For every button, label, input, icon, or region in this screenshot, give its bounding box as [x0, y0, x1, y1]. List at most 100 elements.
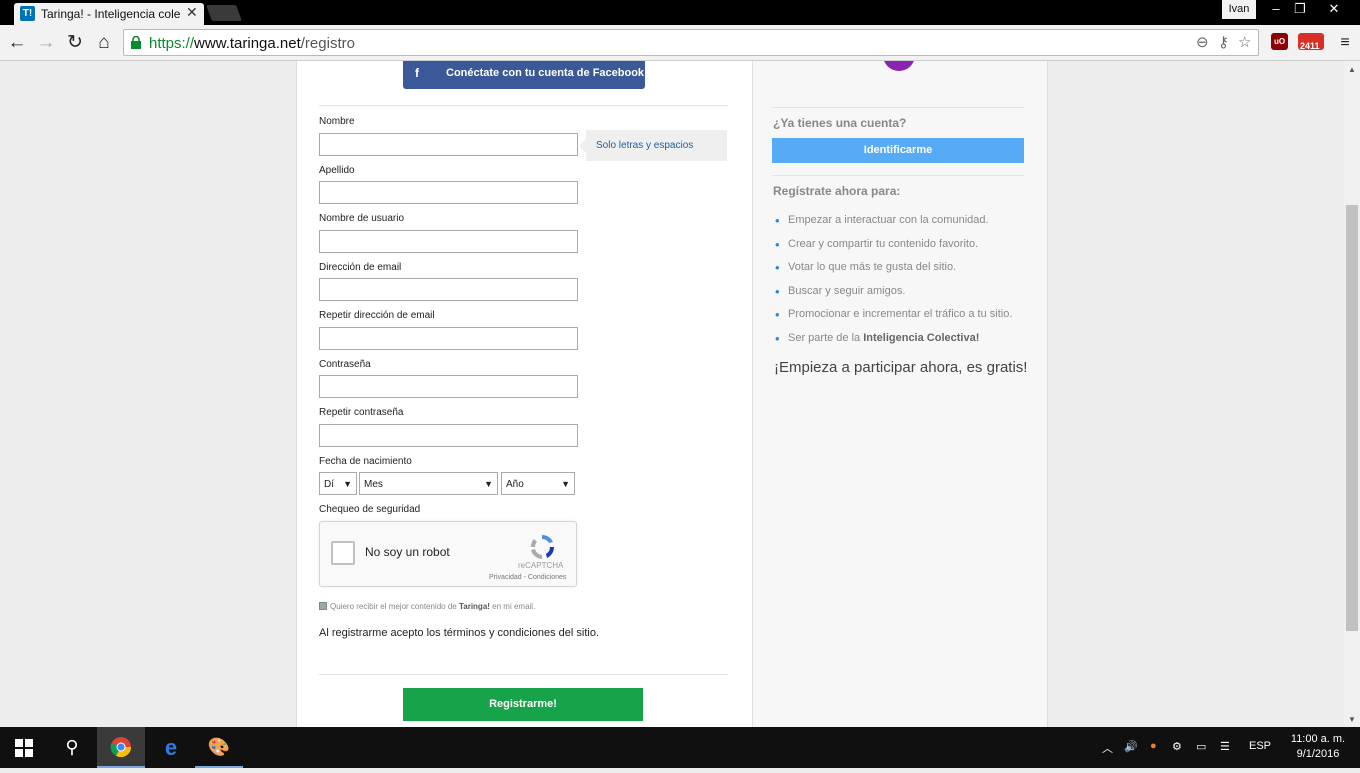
login-button[interactable]: Identificarme [772, 138, 1024, 163]
facebook-button-label: Conéctate con tu cuenta de Facebook [446, 67, 645, 79]
new-tab-button[interactable] [206, 5, 242, 21]
password-label: Contraseña [319, 359, 371, 370]
reload-icon[interactable]: ↻ [63, 31, 87, 55]
origin-tray-icon[interactable]: ● [1150, 740, 1157, 752]
profile-button[interactable]: Ivan [1222, 0, 1256, 19]
first-name-input[interactable] [319, 133, 578, 156]
divider [319, 674, 728, 675]
close-window-icon[interactable]: ✕ [1322, 0, 1346, 19]
restore-icon[interactable]: ❐ [1288, 0, 1312, 19]
name-hint-tooltip: Solo letras y espacios [579, 130, 727, 161]
chevron-down-icon: ▼ [343, 479, 352, 489]
newsletter-brand: Taringa! [458, 602, 490, 611]
recaptcha-privacy-terms-links[interactable]: Privacidad - Condiciones [489, 574, 566, 581]
repeat-password-label: Repetir contraseña [319, 407, 404, 418]
notifications-icon[interactable]: ☰ [1220, 740, 1230, 753]
back-icon[interactable]: ← [5, 31, 29, 55]
address-bar[interactable]: https://www.taringa.net/registro ⊖ ⚷ ☆ [123, 29, 1259, 56]
clock[interactable]: 11:00 a. m. 9/1/2016 [1288, 732, 1348, 762]
paint-taskbar-icon[interactable]: 🎨 [195, 727, 243, 768]
tab-title: Taringa! - Inteligencia cole [41, 7, 181, 21]
benefits-list: Empezar a interactuar con la comunidad. … [773, 213, 1012, 356]
facebook-icon: f [415, 66, 419, 80]
browser-toolbar: ← → ↻ ⌂ https://www.taringa.net/registro… [0, 25, 1360, 61]
browser-tab[interactable]: T! Taringa! - Inteligencia cole ✕ [14, 3, 204, 25]
email-label: Dirección de email [319, 262, 402, 273]
tab-close-icon[interactable]: ✕ [186, 4, 198, 21]
recaptcha-logo-icon [530, 534, 555, 559]
steam-tray-icon[interactable]: ⚙ [1172, 740, 1182, 753]
password-input[interactable] [319, 375, 578, 398]
benefit-item: Empezar a interactuar con la comunidad. [773, 213, 1012, 238]
newsletter-checkbox[interactable] [319, 602, 327, 610]
clock-date: 9/1/2016 [1296, 748, 1340, 760]
edge-taskbar-icon[interactable]: e [147, 727, 195, 768]
recaptcha-widget: No soy un robot reCAPTCHA Privacidad - C… [319, 521, 577, 587]
benefit-bold-text: Inteligencia Colectiva! [863, 331, 980, 344]
benefit-item: Ser parte de la Inteligencia Colectiva! [773, 331, 1012, 356]
registration-panel: f Conéctate con tu cuenta de Facebook No… [296, 61, 752, 727]
home-icon[interactable]: ⌂ [92, 31, 116, 55]
minimize-icon[interactable]: – [1264, 0, 1288, 19]
scroll-up-icon[interactable]: ▲ [1348, 65, 1356, 74]
lock-icon [131, 36, 141, 49]
day-select-value: Dí [324, 479, 334, 490]
recaptcha-label: No soy un robot [365, 545, 450, 559]
key-icon[interactable]: ⚷ [1218, 33, 1229, 51]
register-button[interactable]: Registrarme! [403, 688, 643, 721]
gmail-badge: 2411 [1300, 41, 1320, 51]
email-input[interactable] [319, 278, 578, 301]
month-select-value: Mes [364, 479, 383, 490]
sidebar: ¿Ya tienes una cuenta? Identificarme Reg… [752, 61, 1048, 727]
divider [772, 107, 1024, 108]
security-check-label: Chequeo de seguridad [319, 504, 421, 515]
menu-icon[interactable]: ≡ [1333, 31, 1357, 55]
newsletter-text-post: en mi email. [492, 602, 536, 611]
first-name-label: Nombre [319, 116, 355, 127]
community-illustration-icon [884, 61, 914, 71]
repeat-email-label: Repetir dirección de email [319, 310, 435, 321]
benefit-item: Crear y compartir tu contenido favorito. [773, 237, 1012, 262]
ublock-origin-icon[interactable]: uO [1271, 33, 1288, 50]
bookmark-star-icon[interactable]: ☆ [1238, 33, 1251, 51]
browser-titlebar: T! Taringa! - Inteligencia cole ✕ Ivan –… [0, 0, 1360, 25]
username-input[interactable] [319, 230, 578, 253]
language-indicator[interactable]: ESP [1249, 740, 1271, 752]
terms-text: Al registrarme acepto los términos y con… [319, 627, 600, 639]
last-name-input[interactable] [319, 181, 578, 204]
call-to-action: ¡Empieza a participar ahora, es gratis! [774, 359, 1028, 376]
network-icon[interactable]: ▭ [1196, 740, 1206, 753]
recaptcha-checkbox[interactable] [331, 541, 355, 565]
month-select[interactable]: Mes ▼ [359, 472, 498, 495]
windows-taskbar: ⚲ e 🎨 ︿ 🔊 ● ⚙ ▭ ☰ ESP 11:00 a. m. 9/1/20… [0, 727, 1360, 768]
benefit-text: Ser parte de la [788, 331, 861, 344]
year-select[interactable]: Año ▼ [501, 472, 575, 495]
scrollbar-thumb[interactable] [1346, 205, 1358, 631]
benefit-item: Promocionar e incrementar el tráfico a t… [773, 307, 1012, 332]
page-scrollbar[interactable]: ▲ ▼ [1344, 61, 1360, 727]
chrome-taskbar-icon[interactable] [97, 727, 145, 768]
last-name-label: Apellido [319, 165, 355, 176]
forward-icon[interactable]: → [34, 31, 58, 55]
facebook-connect-button[interactable]: f Conéctate con tu cuenta de Facebook [403, 61, 645, 89]
year-select-value: Año [506, 479, 524, 490]
birthdate-label: Fecha de nacimiento [319, 456, 412, 467]
search-icon[interactable]: ⚲ [48, 727, 96, 768]
register-now-heading: Regístrate ahora para: [773, 184, 901, 198]
newsletter-option[interactable]: Quiero recibir el mejor contenido de Tar… [319, 602, 535, 611]
zoom-icon[interactable]: ⊖ [1196, 33, 1209, 51]
divider [772, 175, 1024, 176]
gmail-extension-icon[interactable]: 2411 [1298, 33, 1324, 51]
newsletter-text-pre: Quiero recibir el mejor contenido de [330, 602, 457, 611]
url-text: https://www.taringa.net/registro [149, 35, 355, 52]
benefit-item: Buscar y seguir amigos. [773, 284, 1012, 309]
volume-icon[interactable]: 🔊 [1124, 740, 1138, 753]
scroll-down-icon[interactable]: ▼ [1348, 715, 1356, 724]
day-select[interactable]: Dí ▼ [319, 472, 357, 495]
chevron-up-icon[interactable]: ︿ [1102, 740, 1113, 756]
username-label: Nombre de usuario [319, 213, 405, 224]
repeat-email-input[interactable] [319, 327, 578, 350]
windows-start-icon[interactable] [0, 727, 48, 768]
repeat-password-input[interactable] [319, 424, 578, 447]
benefit-item: Votar lo que más te gusta del sitio. [773, 260, 1012, 285]
